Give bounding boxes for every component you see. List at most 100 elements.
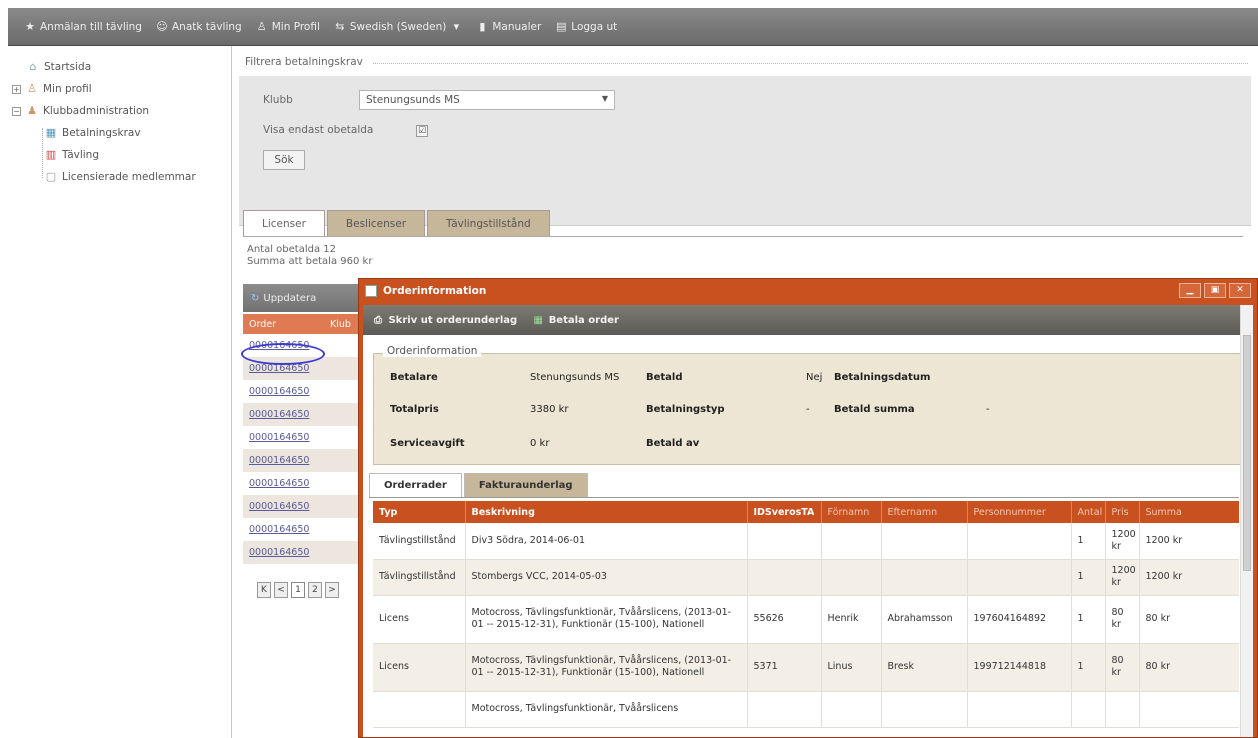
total-key: Totalpris: [390, 404, 439, 415]
col-typ[interactable]: Typ: [373, 501, 466, 523]
my-profile-link[interactable]: ♙ Min Profil: [256, 20, 320, 33]
chevron-down-icon: ▾: [453, 19, 460, 33]
next-page-button[interactable]: >: [325, 582, 339, 598]
dialog-title: Orderinformation: [383, 285, 487, 297]
col-summa[interactable]: Summa: [1139, 501, 1239, 523]
tab-beslicenser[interactable]: Beslicenser: [326, 210, 426, 236]
tree-item-label: Tävling: [62, 149, 99, 161]
cell-antal: 1: [1071, 559, 1106, 596]
table-row: 0000164650: [243, 403, 363, 426]
scrollbar-thumb[interactable]: [1243, 335, 1251, 571]
tab-orderrader[interactable]: Orderrader: [369, 473, 462, 497]
order-info-dialog: Orderinformation ▁ ▣ ✕ ⎙ Skriv ut orderu…: [358, 278, 1258, 738]
table-row: Tävlingstillstånd Div3 Södra, 2014-06-01…: [373, 523, 1239, 560]
cell-id: 5371: [747, 643, 822, 692]
order-link[interactable]: 0000164650: [249, 524, 309, 535]
apply-competition-link[interactable]: ☺ Anatk tävling: [156, 20, 242, 33]
cell-fornamn: [821, 559, 882, 596]
language-icon: ⇆: [335, 19, 345, 33]
order-link[interactable]: 0000164650: [249, 432, 309, 443]
apply-competition-label: Anatk tävling: [171, 20, 242, 33]
tree-item-startsida[interactable]: ⌂ Startsida: [8, 56, 231, 78]
cell-pris: 1200 kr: [1105, 523, 1140, 560]
payer-value: Stenungsunds MS: [530, 372, 620, 383]
club-select[interactable]: Stenungsunds MS ▼: [359, 90, 615, 110]
language-select[interactable]: ⇆ Swedish (Sweden) ▾: [334, 19, 462, 33]
table-row: 0000164650: [243, 495, 363, 518]
cell-beskrivning: Motocross, Tävlingsfunktionär, Tvåårslic…: [465, 691, 748, 728]
page-1-button[interactable]: 1: [291, 582, 305, 598]
col-personnummer[interactable]: Personnummer: [967, 501, 1072, 523]
cell-beskrivning: Div3 Södra, 2014-06-01: [465, 523, 748, 560]
tree-item-min-profil[interactable]: + ♙ Min profil: [8, 78, 231, 100]
col-efternamn[interactable]: Efternamn: [881, 501, 968, 523]
star-icon: ★: [25, 19, 35, 33]
dialog-body: ⎙ Skriv ut orderunderlag ▦ Betala order …: [363, 305, 1253, 737]
col-beskrivning[interactable]: Beskrivning: [465, 501, 748, 523]
prev-page-button[interactable]: <: [274, 582, 288, 598]
order-link[interactable]: 0000164650: [249, 386, 309, 397]
close-button[interactable]: ✕: [1229, 283, 1251, 298]
cell-efternamn: Bresk: [881, 643, 968, 692]
page-2-button[interactable]: 2: [308, 582, 322, 598]
search-button[interactable]: Sök: [263, 150, 305, 170]
collapse-icon[interactable]: −: [12, 106, 21, 116]
refresh-button[interactable]: Uppdatera: [263, 293, 316, 304]
pay-order-button[interactable]: ▦ Betala order: [531, 315, 618, 326]
maximize-button[interactable]: ▣: [1204, 283, 1226, 298]
calendar-icon: ▥: [45, 148, 57, 161]
cell-efternamn: Abrahamsson: [881, 595, 968, 644]
cell-id: 55626: [747, 595, 822, 644]
cell-beskrivning: Motocross, Tävlingsfunktionär, Tvåårslic…: [465, 643, 748, 692]
manuals-link[interactable]: ▮ Manualer: [476, 20, 542, 33]
tree-item-label: Licensierade medlemmar: [62, 171, 196, 183]
unpaid-only-checkbox[interactable]: ☑: [416, 125, 428, 137]
order-link[interactable]: 0000164650: [249, 409, 309, 420]
filter-legend: Filtrera betalningskrav: [245, 56, 369, 68]
tree-item-label: Startsida: [44, 61, 92, 73]
cell-pris: 80 kr: [1105, 643, 1140, 692]
expand-icon[interactable]: +: [12, 84, 21, 94]
manuals-label: Manualer: [492, 20, 542, 33]
license-icon: ▢: [45, 170, 57, 183]
print-button[interactable]: ⎙ Skriv ut orderunderlag: [371, 315, 517, 326]
tab-licenser[interactable]: Licenser: [243, 210, 325, 236]
col-club[interactable]: Klub: [330, 319, 351, 330]
paid-key: Betald: [646, 372, 683, 383]
col-antal[interactable]: Antal: [1071, 501, 1106, 523]
cell-personnummer: 197604164892: [967, 595, 1072, 644]
col-id[interactable]: IDSverosTA: [747, 501, 822, 523]
pager: K < 1 2 >: [257, 582, 339, 598]
table-row: 0000164650: [243, 472, 363, 495]
dialog-titlebar[interactable]: Orderinformation ▁ ▣ ✕: [359, 279, 1257, 303]
cell-summa: 1200 kr: [1139, 523, 1239, 560]
cell-personnummer: [967, 691, 1072, 728]
filter-panel: Klubb Stenungsunds MS ▼ Visa endast obet…: [239, 76, 1251, 226]
table-row: 0000164650: [243, 426, 363, 449]
club-select-value: Stenungsunds MS: [366, 94, 460, 106]
order-link[interactable]: 0000164650: [249, 478, 309, 489]
paid-value: Nej: [806, 372, 823, 383]
order-link[interactable]: 0000164650: [249, 455, 309, 466]
col-order[interactable]: Order: [249, 319, 276, 330]
order-link[interactable]: 0000164650: [249, 501, 309, 512]
order-link[interactable]: 0000164650: [249, 547, 309, 558]
col-fornamn[interactable]: Förnamn: [821, 501, 882, 523]
tab-tavlingstillstand[interactable]: Tävlingstillstånd: [427, 210, 550, 236]
cell-typ: [373, 691, 466, 728]
order-info-legend: Orderinformation: [383, 345, 482, 357]
dialog-scrollbar[interactable]: [1240, 305, 1253, 737]
cell-efternamn: [881, 691, 968, 728]
cell-typ: Licens: [373, 643, 466, 692]
tab-fakturaunderlag[interactable]: Fakturaunderlag: [463, 473, 588, 497]
cell-summa: [1139, 691, 1239, 728]
register-competition-link[interactable]: ★ Anmälan till tävling: [24, 19, 142, 33]
first-page-button[interactable]: K: [257, 582, 271, 598]
logout-link[interactable]: ▤ Logga ut: [555, 20, 617, 33]
minimize-button[interactable]: ▁: [1179, 283, 1201, 298]
fee-key: Serviceavgift: [390, 438, 465, 449]
tree-item-klubbadministration[interactable]: − ♟ Klubbadministration: [8, 100, 231, 122]
col-pris[interactable]: Pris: [1105, 501, 1140, 523]
club-label: Klubb: [263, 94, 293, 106]
payment-icon: ▦: [45, 126, 57, 139]
